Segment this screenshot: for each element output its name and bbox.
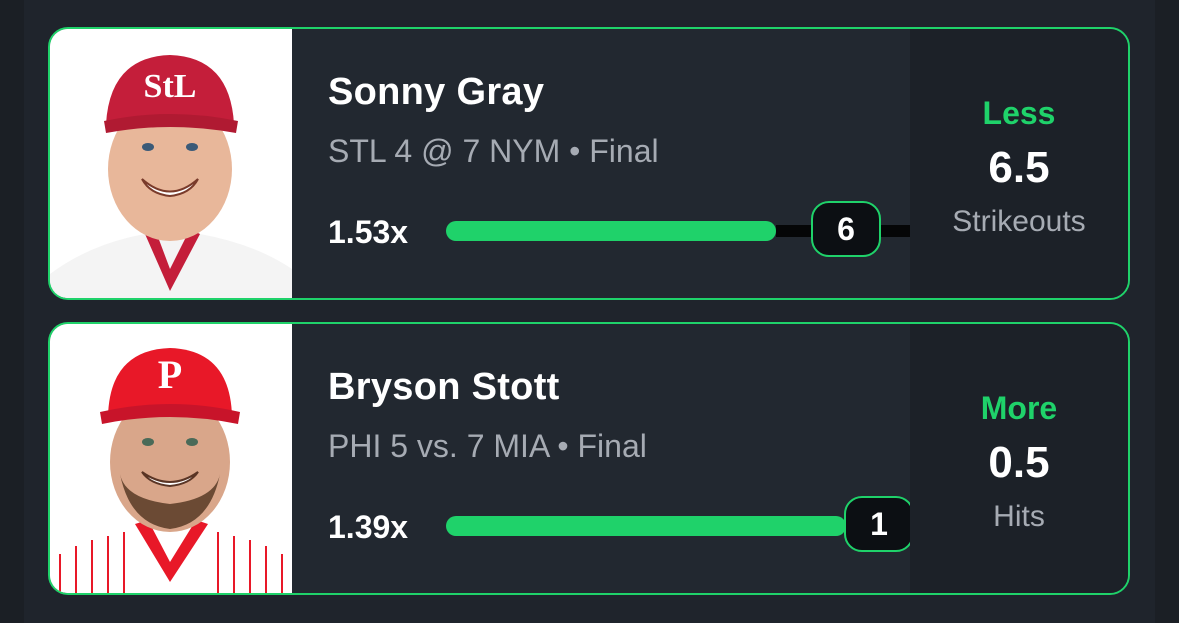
pick-stat: Hits bbox=[993, 500, 1045, 533]
pick-side-panel: Less 6.5 Strikeouts bbox=[910, 29, 1128, 298]
pick-direction: More bbox=[980, 390, 1058, 426]
game-status: STL 4 @ 7 NYM • Final bbox=[328, 133, 659, 169]
player-headshot: P bbox=[50, 324, 292, 593]
progress-bar-fill bbox=[446, 516, 846, 536]
pick-side-panel: More 0.5 Hits bbox=[910, 324, 1128, 593]
game-status: PHI 5 vs. 7 MIA • Final bbox=[328, 428, 647, 464]
stl-logo-icon: StL bbox=[144, 68, 197, 105]
pick-info: Bryson Stott PHI 5 vs. 7 MIA • Final 1.3… bbox=[328, 324, 928, 593]
payout-multiplier: 1.39x bbox=[328, 509, 409, 545]
player-headshot: StL bbox=[50, 29, 292, 298]
player-name: Bryson Stott bbox=[328, 366, 560, 408]
player-name: Sonny Gray bbox=[328, 71, 545, 113]
progress-bar-fill bbox=[446, 221, 776, 241]
pick-info: Sonny Gray STL 4 @ 7 NYM • Final 1.53x 6 bbox=[328, 29, 928, 298]
pick-direction: Less bbox=[982, 95, 1056, 131]
pick-stat: Strikeouts bbox=[952, 205, 1086, 238]
pick-line: 0.5 bbox=[988, 438, 1050, 487]
player-photo-icon: P bbox=[50, 324, 292, 593]
payout-multiplier: 1.53x bbox=[328, 214, 409, 250]
pick-card-sonny-gray[interactable]: StL Sonny Gray STL 4 @ 7 NYM • Final 1.5… bbox=[48, 27, 1130, 300]
pick-line: 6.5 bbox=[988, 143, 1050, 192]
result-value-bubble: 1 bbox=[844, 496, 914, 552]
player-photo-icon: StL bbox=[50, 29, 292, 298]
pick-card-bryson-stott[interactable]: P Bryson Stott PHI 5 vs. 7 MIA • Final 1… bbox=[48, 322, 1130, 595]
phi-logo-icon: P bbox=[158, 352, 182, 397]
result-value-bubble: 6 bbox=[811, 201, 881, 257]
